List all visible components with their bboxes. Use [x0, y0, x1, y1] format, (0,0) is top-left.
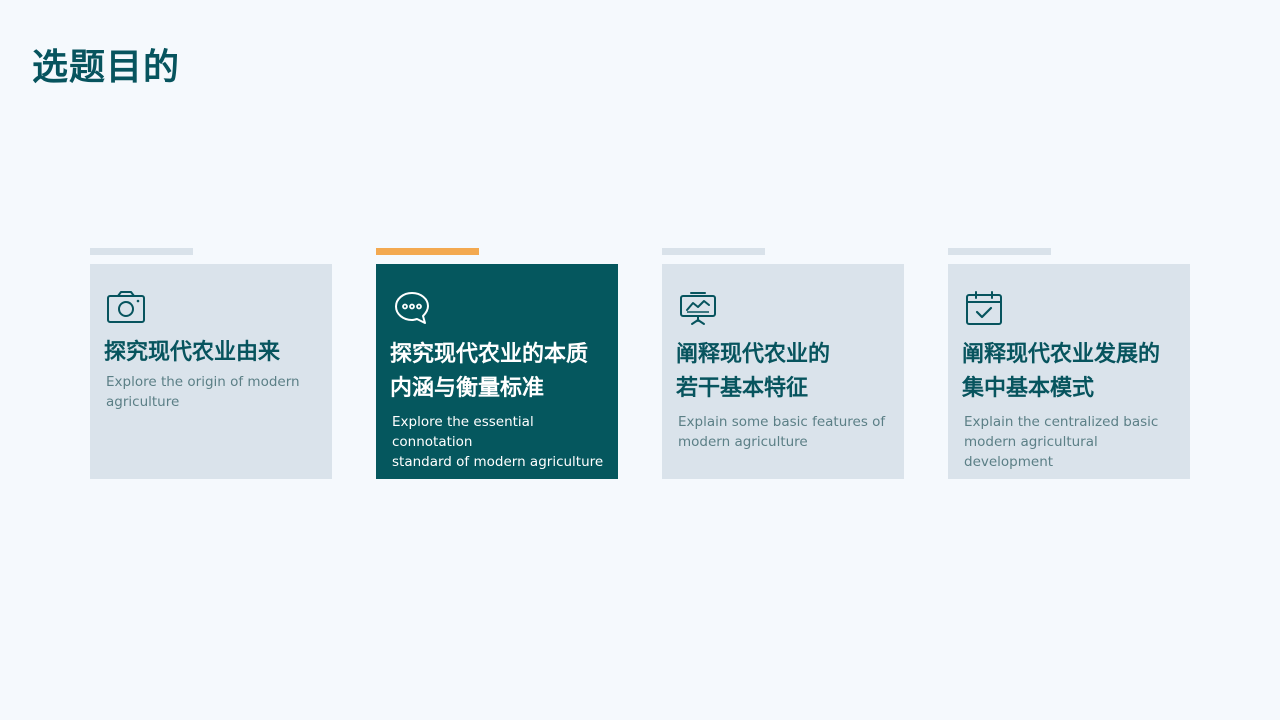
- card-title-line: 阐释现代农业发展的: [962, 342, 1161, 367]
- card-tab: [662, 248, 765, 255]
- card-title: 探究现代农业的本质 内涵与衡量标准: [390, 338, 604, 406]
- camera-icon: [106, 290, 146, 326]
- card-description-line: Explain some basic features of: [678, 414, 886, 430]
- card-description: Explain the centralized basic modern agr…: [964, 412, 1176, 472]
- card-title: 阐释现代农业的 若干基本特征: [676, 338, 890, 406]
- card-tab-active: [376, 248, 479, 255]
- card-origin-wrap: 探究现代农业由来 Explore the origin of modern ag…: [90, 248, 332, 479]
- card-title-line: 探究现代农业由来: [104, 340, 281, 365]
- calendar-check-icon: [964, 290, 1004, 326]
- card-title-line: 阐释现代农业的: [676, 342, 831, 367]
- card-description-line: agriculture: [106, 394, 180, 410]
- page-title: 选题目的: [32, 47, 181, 88]
- card-models[interactable]: 阐释现代农业发展的 集中基本模式 Explain the centralized…: [948, 264, 1190, 479]
- card-features-wrap: 阐释现代农业的 若干基本特征 Explain some basic featur…: [662, 248, 904, 479]
- card-description-line: Explain the centralized basic: [964, 414, 1159, 430]
- card-models-wrap: 阐释现代农业发展的 集中基本模式 Explain the centralized…: [948, 248, 1190, 479]
- card-tab: [948, 248, 1051, 255]
- card-description-line: modern agriculture: [678, 434, 808, 450]
- card-description: Explain some basic features of modern ag…: [678, 412, 890, 452]
- card-title-line: 集中基本模式: [962, 376, 1095, 401]
- card-description-line: modern agricultural development: [964, 434, 1098, 470]
- card-description-line: Explore the essential connotation: [392, 414, 534, 450]
- card-title: 阐释现代农业发展的 集中基本模式: [962, 338, 1176, 406]
- card-description: Explore the essential connotation standa…: [392, 412, 604, 472]
- slide: 选题目的 探究现代农业由来 Explore the origin of mode…: [0, 0, 1280, 720]
- card-title-line: 若干基本特征: [676, 376, 809, 401]
- card-origin[interactable]: 探究现代农业由来 Explore the origin of modern ag…: [90, 264, 332, 479]
- card-title-line: 探究现代农业的本质: [390, 342, 589, 367]
- card-essence-wrap: 探究现代农业的本质 内涵与衡量标准 Explore the essential …: [376, 248, 618, 479]
- card-tab: [90, 248, 193, 255]
- card-description-line: standard of modern agriculture: [392, 454, 604, 470]
- card-features[interactable]: 阐释现代农业的 若干基本特征 Explain some basic featur…: [662, 264, 904, 479]
- card-title: 探究现代农业由来: [104, 336, 318, 370]
- card-essence[interactable]: 探究现代农业的本质 内涵与衡量标准 Explore the essential …: [376, 264, 618, 479]
- chat-bubbles-icon: [392, 290, 432, 326]
- card-description: Explore the origin of modern agriculture: [106, 372, 318, 412]
- card-description-line: Explore the origin of modern: [106, 374, 300, 390]
- presentation-chart-icon: [678, 290, 718, 326]
- card-title-line: 内涵与衡量标准: [390, 376, 545, 401]
